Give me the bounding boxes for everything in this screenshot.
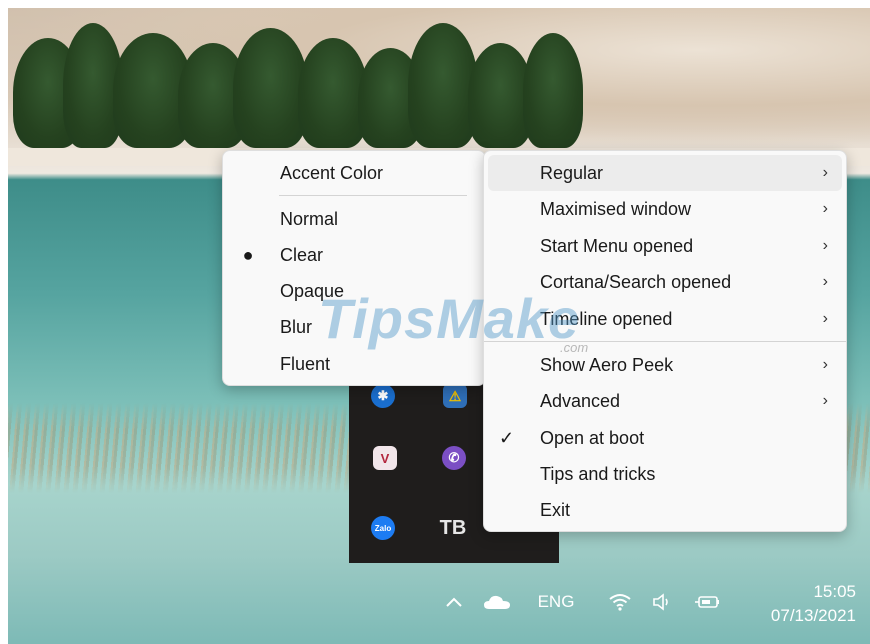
language-indicator[interactable]: ENG	[532, 588, 580, 616]
bluetooth-icon[interactable]: ✱	[371, 384, 395, 408]
menu-item-advanced[interactable]: Advanced ›	[484, 383, 846, 419]
viber-icon[interactable]: ✆	[442, 446, 466, 470]
chevron-right-icon: ›	[822, 164, 828, 181]
chevron-up-icon[interactable]	[440, 588, 468, 616]
menu-item-regular[interactable]: Regular ›	[488, 155, 842, 191]
menu-item-show-aero-peek[interactable]: Show Aero Peek ›	[484, 347, 846, 383]
accent-option-fluent[interactable]: Fluent	[223, 346, 485, 382]
selected-dot-icon: ●	[242, 244, 254, 265]
volume-icon[interactable]	[648, 588, 676, 616]
chevron-right-icon: ›	[822, 273, 828, 290]
menu-item-exit[interactable]: Exit	[484, 492, 846, 528]
checkmark-icon: ✓	[499, 427, 515, 448]
menu-item-maximised-window[interactable]: Maximised window ›	[484, 191, 846, 227]
zalo-icon[interactable]: Zalo	[371, 516, 395, 540]
clock-date: 07/13/2021	[770, 606, 856, 625]
accent-color-header: Accent Color	[280, 162, 384, 183]
taskbar-clock[interactable]: 15:05 07/13/2021	[771, 580, 856, 628]
battery-charging-icon[interactable]	[692, 588, 724, 616]
v-app-icon[interactable]: V	[373, 446, 397, 470]
chevron-right-icon: ›	[822, 356, 828, 373]
clock-time: 15:05	[813, 582, 856, 601]
watermark-suffix: .com	[560, 340, 589, 355]
menu-item-open-at-boot[interactable]: ✓ Open at boot	[484, 420, 846, 456]
warning-shield-icon[interactable]: ⚠	[443, 384, 467, 408]
accent-option-clear[interactable]: ● Clear	[223, 237, 485, 273]
wifi-icon[interactable]	[606, 588, 634, 616]
menu-item-start-menu-opened[interactable]: Start Menu opened ›	[484, 228, 846, 264]
translucenttb-icon[interactable]: TB	[440, 516, 467, 540]
menu-separator	[279, 195, 467, 196]
watermark-logo: TipsMake	[318, 287, 581, 350]
chevron-right-icon: ›	[822, 237, 828, 254]
chevron-right-icon: ›	[822, 310, 828, 327]
accent-option-normal[interactable]: Normal	[223, 201, 485, 237]
chevron-right-icon: ›	[822, 392, 828, 409]
wallpaper-trees	[8, 18, 608, 148]
onedrive-cloud-icon[interactable]	[480, 588, 514, 616]
chevron-right-icon: ›	[822, 200, 828, 217]
taskbar: ENG 15:05 07/13/2021	[8, 568, 870, 644]
menu-item-tips-and-tricks[interactable]: Tips and tricks	[484, 456, 846, 492]
